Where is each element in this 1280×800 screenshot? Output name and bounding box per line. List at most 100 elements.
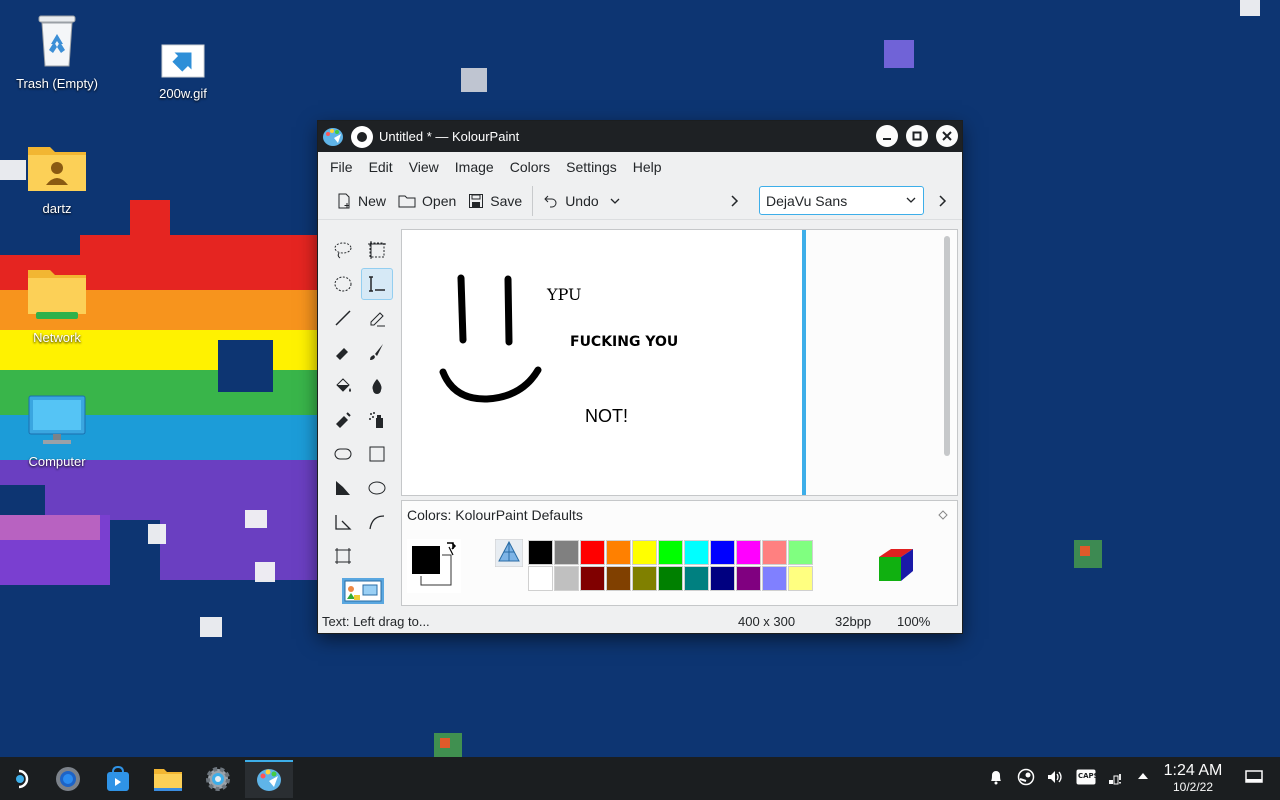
color-swatch[interactable] <box>580 540 605 565</box>
save-icon <box>469 193 484 208</box>
color-swatch[interactable] <box>580 566 605 591</box>
application-launcher-button[interactable] <box>2 760 42 798</box>
menu-edit[interactable]: Edit <box>361 159 401 175</box>
line-tool[interactable] <box>327 302 359 334</box>
color-swatch[interactable] <box>710 566 735 591</box>
kolourpaint-app-icon[interactable] <box>322 126 344 148</box>
color-similarity-icon[interactable] <box>494 538 524 568</box>
canvas-text-line2[interactable]: FUCKING YOU <box>570 334 678 350</box>
color-swatch[interactable] <box>606 540 631 565</box>
save-button[interactable]: Save <box>462 186 528 216</box>
rectangle-tool[interactable] <box>361 438 393 470</box>
title-bar[interactable]: Untitled * — KolourPaint <box>318 121 962 152</box>
canvas-resize-handle[interactable] <box>802 230 806 495</box>
canvas-text-not[interactable]: NOT! <box>585 406 628 427</box>
curve-tool[interactable] <box>361 506 393 538</box>
rounded-rectangle-tool[interactable] <box>327 438 359 470</box>
task-kolourpaint-icon[interactable] <box>245 760 293 798</box>
open-button[interactable]: Open <box>392 186 462 216</box>
desktop-icon-dartz[interactable]: dartz <box>2 141 112 216</box>
network-disconnected-icon[interactable] <box>1107 768 1125 790</box>
toolbar-overflow-button[interactable] <box>723 186 751 216</box>
show-hidden-icons-arrow[interactable] <box>1136 769 1150 787</box>
home-folder-icon <box>2 141 112 197</box>
wallpaper-star <box>461 68 487 92</box>
color-swatch[interactable] <box>658 566 683 591</box>
polygon-tool[interactable] <box>327 472 359 504</box>
color-picker-tool[interactable] <box>361 370 393 402</box>
spraycan-tool[interactable] <box>361 404 393 436</box>
elliptical-selection-tool[interactable] <box>327 268 359 300</box>
drawing-canvas[interactable]: YPU FUCKING YOU NOT! <box>402 230 802 495</box>
notifications-icon[interactable] <box>987 768 1005 790</box>
trash-icon <box>2 12 112 72</box>
color-swatch[interactable] <box>528 566 553 591</box>
color-swatch[interactable] <box>632 540 657 565</box>
font-family-select[interactable]: DejaVu Sans <box>759 186 924 215</box>
undo-dropdown[interactable] <box>605 186 631 216</box>
free-form-selection-tool[interactable] <box>327 234 359 266</box>
show-desktop-icon[interactable] <box>1245 769 1263 789</box>
wallpaper-star <box>255 562 275 582</box>
ellipse-tool[interactable] <box>361 472 393 504</box>
color-swatch[interactable] <box>606 566 631 591</box>
color-swatch[interactable] <box>684 566 709 591</box>
flood-fill-tool[interactable] <box>327 370 359 402</box>
color-swatch[interactable] <box>762 540 787 565</box>
steam-tray-icon[interactable] <box>1017 768 1035 790</box>
desktop-icon-trash[interactable]: Trash (Empty) <box>2 12 112 91</box>
vertical-scrollbar[interactable] <box>944 236 950 456</box>
panel-float-icon[interactable] <box>938 510 948 520</box>
color-swatch[interactable] <box>658 540 683 565</box>
menu-colors[interactable]: Colors <box>502 159 558 175</box>
minimize-button[interactable] <box>876 125 898 147</box>
task-store-icon[interactable] <box>98 760 138 798</box>
desktop-icon-200w-gif[interactable]: 200w.gif <box>128 44 238 101</box>
text-toolbar-toggle-icon[interactable] <box>341 576 385 606</box>
menu-settings[interactable]: Settings <box>558 159 625 175</box>
toolbar-overflow-button-2[interactable] <box>931 186 959 216</box>
zoom-tool[interactable] <box>327 540 359 572</box>
new-button[interactable]: New <box>330 186 392 216</box>
undo-button[interactable]: Undo <box>537 186 604 216</box>
color-swatch[interactable] <box>788 566 813 591</box>
color-eraser-tool[interactable] <box>327 404 359 436</box>
canvas-text-ypu[interactable]: YPU <box>547 285 582 304</box>
color-swatch[interactable] <box>554 566 579 591</box>
desktop-icon-network[interactable]: Network <box>2 268 112 345</box>
color-swatch[interactable] <box>736 540 761 565</box>
desktop-icon-label: dartz <box>42 201 72 216</box>
keep-on-top-icon[interactable] <box>351 125 373 148</box>
task-file-manager-icon[interactable] <box>148 760 188 798</box>
desktop-icon-computer[interactable]: Computer <box>2 394 112 469</box>
pen-tool[interactable] <box>361 302 393 334</box>
color-swatch[interactable] <box>528 540 553 565</box>
wallpaper-block <box>130 200 170 240</box>
rectangular-selection-tool[interactable] <box>361 234 393 266</box>
volume-icon[interactable] <box>1046 768 1064 790</box>
color-swatch[interactable] <box>684 540 709 565</box>
task-settings-icon[interactable] <box>198 760 238 798</box>
color-swatch[interactable] <box>736 566 761 591</box>
color-swatch[interactable] <box>554 540 579 565</box>
menu-image[interactable]: Image <box>447 159 502 175</box>
task-discover-icon[interactable] <box>48 760 88 798</box>
text-tool[interactable] <box>361 268 393 300</box>
color-cube-icon[interactable] <box>875 545 917 587</box>
clock[interactable]: 1:24 AM 10/2/22 <box>1160 762 1226 794</box>
menu-help[interactable]: Help <box>625 159 670 175</box>
eraser-tool[interactable] <box>327 336 359 368</box>
chevron-right-icon <box>731 195 739 207</box>
menu-view[interactable]: View <box>401 159 447 175</box>
menu-file[interactable]: File <box>322 159 361 175</box>
color-swatch[interactable] <box>788 540 813 565</box>
color-swatch[interactable] <box>632 566 657 591</box>
close-button[interactable] <box>936 125 958 147</box>
connected-lines-tool[interactable] <box>327 506 359 538</box>
color-swap-widget[interactable] <box>407 539 461 593</box>
color-swatch[interactable] <box>710 540 735 565</box>
maximize-button[interactable] <box>906 125 928 147</box>
color-swatch[interactable] <box>762 566 787 591</box>
canvas-scroll-area[interactable]: YPU FUCKING YOU NOT! <box>401 229 958 496</box>
brush-tool[interactable] <box>361 336 393 368</box>
